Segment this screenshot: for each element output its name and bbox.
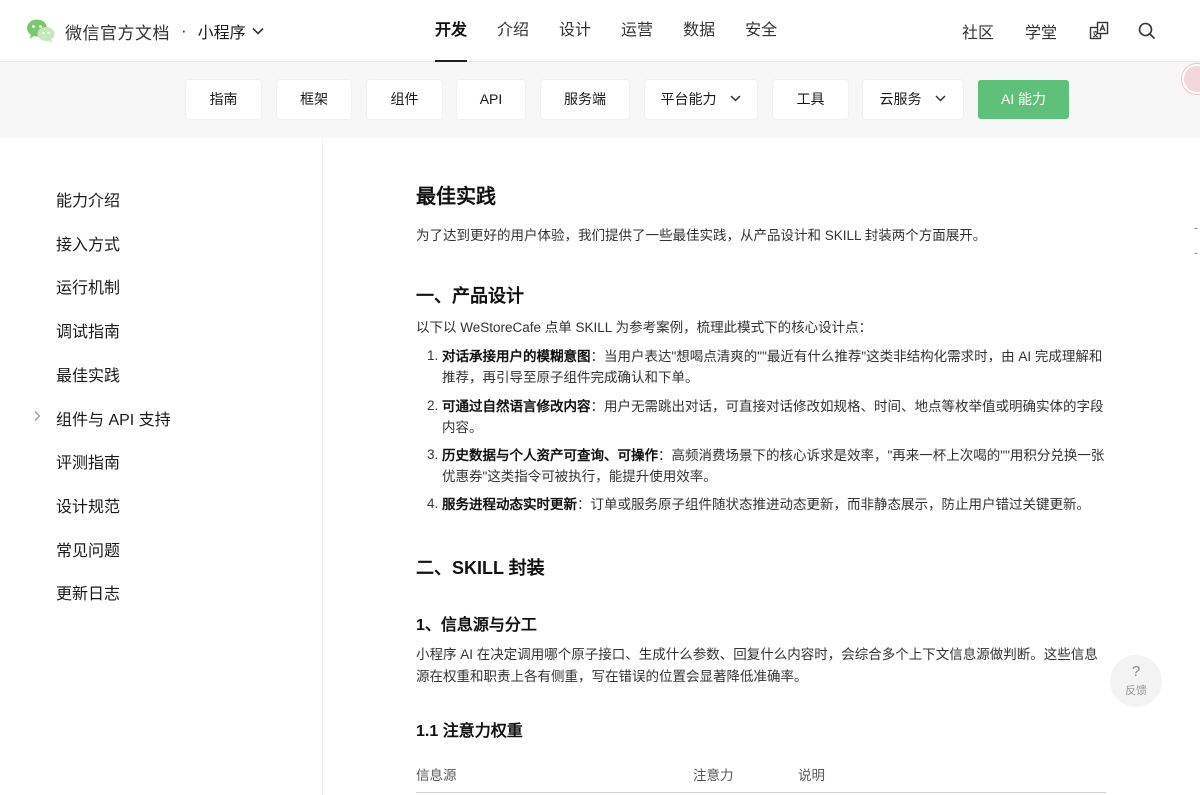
- main-nav-item-design[interactable]: 设计: [559, 0, 591, 62]
- subsection-heading-attention: 1.1 注意力权重: [416, 723, 523, 740]
- brand-separator: ·: [181, 21, 187, 40]
- right-nav: 社区 学堂: [962, 0, 1200, 62]
- sub-nav-tab-tools[interactable]: 工具: [773, 80, 848, 119]
- list-item-title: 可通过自然语言修改内容: [442, 399, 591, 414]
- sub-nav-tab-guide[interactable]: 指南: [186, 80, 261, 119]
- list-item-body: 历史数据与个人资产可查询、可操作：高频消费场景下的核心诉求是效率，"再来一杯上次…: [442, 445, 1106, 487]
- list-item-number: 4.: [427, 496, 439, 511]
- sub-nav-tab-cloud[interactable]: 云服务: [863, 80, 963, 119]
- sub-nav-tab-platform-capability[interactable]: 平台能力: [645, 80, 757, 119]
- community-link[interactable]: 社区: [962, 19, 994, 43]
- sub-nav-tab-label: 工具: [796, 91, 825, 107]
- brand: 微信官方文档 · 小程序: [26, 17, 264, 45]
- search-icon[interactable]: [1136, 20, 1158, 42]
- list-item-body: 对话承接用户的模糊意图：当用户表达"想喝点清爽的""最近有什么推荐"这类非结构化…: [442, 346, 1106, 388]
- sub-nav-tab-components[interactable]: 组件: [367, 80, 442, 119]
- list-item-number: 3.: [427, 447, 439, 462]
- sub-nav-tab-ai[interactable]: AI 能力: [978, 80, 1069, 119]
- main-nav-item-develop[interactable]: 开发: [435, 0, 468, 62]
- sub-nav: 指南 框架 组件 API 服务端 平台能力 工具 云服务 AI 能力: [0, 62, 1200, 138]
- feedback-label: 反馈: [1125, 685, 1147, 697]
- sub-nav-tab-label: API: [479, 91, 503, 107]
- section-heading-skill: 二、SKILL 封装: [416, 558, 545, 578]
- sidebar: 能力介绍 接入方式 运行机制 调试指南 最佳实践 组件与 API 支持 评测指南…: [0, 138, 323, 795]
- edge-fragment: ˉ: [1194, 250, 1198, 264]
- list-item-title: 历史数据与个人资产可查询、可操作: [442, 448, 658, 463]
- help-icon: ?: [1131, 663, 1141, 680]
- chevron-right-icon[interactable]: [32, 410, 42, 422]
- sub-nav-tab-api[interactable]: API: [457, 80, 525, 119]
- sub-nav-tab-label: 平台能力: [660, 91, 717, 107]
- intro-paragraph: 为了达到更好的用户体验，我们提供了一些最佳实践，从产品设计和 SKILL 封装两…: [416, 228, 987, 243]
- list-item-title: 服务进程动态实时更新: [442, 497, 577, 512]
- sub-nav-tab-framework[interactable]: 框架: [277, 80, 351, 119]
- sub-nav-tab-label: AI 能力: [1000, 91, 1047, 107]
- sidebar-item-best-practices[interactable]: 最佳实践: [56, 362, 120, 386]
- page-title: 最佳实践: [416, 186, 496, 208]
- table-divider: [416, 792, 1106, 793]
- sidebar-item-evaluation[interactable]: 评测指南: [56, 449, 120, 473]
- table-header-source: 信息源: [416, 768, 457, 783]
- sub-nav-tab-label: 云服务: [879, 91, 922, 107]
- sub-nav-tab-label: 服务端: [564, 91, 606, 107]
- sidebar-item-overview[interactable]: 能力介绍: [56, 187, 120, 211]
- wechat-logo-icon[interactable]: [26, 18, 56, 44]
- edge-fragment: ˉ: [1194, 225, 1198, 239]
- paragraph-line: 源在权重和职责上各有侧重，写在错误的位置会显著降低准确率。: [416, 669, 808, 684]
- list-item-number: 2.: [427, 398, 439, 413]
- language-switch-icon[interactable]: [1088, 20, 1110, 42]
- product-switcher[interactable]: 小程序: [198, 19, 264, 43]
- academy-link[interactable]: 学堂: [1025, 19, 1057, 43]
- brand-name[interactable]: 微信官方文档: [65, 19, 170, 44]
- feedback-button[interactable]: ? 反馈: [1110, 655, 1162, 707]
- product-name: 小程序: [197, 25, 246, 42]
- sidebar-item-debugging[interactable]: 调试指南: [56, 318, 120, 342]
- subsection-heading-sources: 1、信息源与分工: [416, 617, 537, 634]
- sidebar-item-integration[interactable]: 接入方式: [56, 231, 120, 255]
- main-nav-item-data[interactable]: 数据: [683, 0, 715, 62]
- list-item-title: 对话承接用户的模糊意图: [442, 349, 591, 364]
- table-header-attention: 注意力: [693, 768, 734, 783]
- main-nav-item-intro[interactable]: 介绍: [497, 0, 529, 62]
- table-header-description: 说明: [798, 768, 825, 783]
- main-nav-item-security[interactable]: 安全: [745, 0, 777, 62]
- section-heading-product-design: 一、产品设计: [416, 286, 524, 306]
- main-nav: 开发 介绍 设计 运营 数据 安全: [420, 0, 792, 62]
- chevron-down-icon: [252, 27, 264, 35]
- list-item-number: 1.: [427, 348, 439, 363]
- sub-nav-tab-label: 组件: [390, 91, 419, 107]
- sub-nav-tab-server[interactable]: 服务端: [541, 80, 629, 119]
- sidebar-item-changelog[interactable]: 更新日志: [56, 580, 120, 604]
- sub-nav-tab-label: 框架: [300, 91, 328, 107]
- section-lead: 以下以 WeStoreCafe 点单 SKILL 为参考案例，梳理此模式下的核心…: [416, 320, 873, 335]
- sidebar-item-faq[interactable]: 常见问题: [56, 537, 120, 561]
- main-nav-item-operation[interactable]: 运营: [621, 0, 653, 62]
- sub-nav-tab-label: 指南: [209, 91, 238, 107]
- sidebar-item-design-spec[interactable]: 设计规范: [56, 493, 120, 517]
- chevron-down-icon: [730, 95, 741, 102]
- paragraph-line: 小程序 AI 在决定调用哪个原子接口、生成什么参数、回复什么内容时，会综合多个上…: [416, 647, 1098, 662]
- sidebar-item-runtime[interactable]: 运行机制: [56, 274, 120, 298]
- page: 微信官方文档 · 小程序 开发 介绍 设计 运营 数据 安全 社区 学堂 指南 …: [0, 0, 1200, 795]
- chevron-down-icon: [935, 95, 946, 102]
- list-item-body: 服务进程动态实时更新：订单或服务原子组件随状态推进动态更新，而非静态展示，防止用…: [442, 494, 1106, 515]
- top-bar: 微信官方文档 · 小程序 开发 介绍 设计 运营 数据 安全 社区 学堂: [0, 0, 1200, 62]
- list-item-text: ：订单或服务原子组件随状态推进动态更新，而非静态展示，防止用户错过关键更新。: [577, 497, 1090, 512]
- sidebar-item-components-api[interactable]: 组件与 API 支持: [56, 406, 171, 430]
- list-item-body: 可通过自然语言修改内容：用户无需跳出对话，可直接对话修改如规格、时间、地点等枚举…: [442, 396, 1106, 438]
